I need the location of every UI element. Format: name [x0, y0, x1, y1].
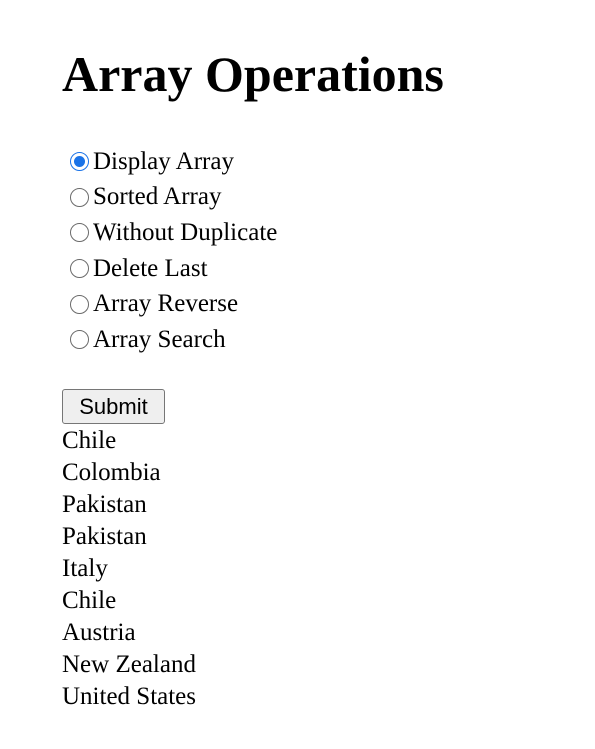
- results-list: Chile Colombia Pakistan Pakistan Italy C…: [62, 425, 196, 713]
- option-array-search[interactable]: Array Search: [70, 322, 277, 358]
- option-array-reverse[interactable]: Array Reverse: [70, 286, 277, 322]
- list-item: Chile: [62, 427, 117, 454]
- radio-display-array[interactable]: [70, 152, 89, 172]
- list-item: United States: [62, 683, 197, 710]
- radio-without-duplicate[interactable]: [70, 223, 89, 243]
- radio-sorted-array[interactable]: [70, 187, 89, 207]
- option-label: Delete Last: [93, 254, 208, 282]
- option-label: Sorted Array: [93, 183, 222, 211]
- list-item: Austria: [62, 619, 136, 646]
- list-item: New Zealand: [62, 651, 196, 678]
- radio-array-search[interactable]: [70, 330, 89, 350]
- option-label: Display Array: [93, 147, 234, 175]
- list-item: Italy: [62, 555, 108, 582]
- list-item: Pakistan: [62, 523, 147, 550]
- option-delete-last[interactable]: Delete Last: [70, 251, 277, 287]
- option-without-duplicate[interactable]: Without Duplicate: [70, 215, 277, 251]
- option-label: Without Duplicate: [93, 218, 278, 246]
- option-label: Array Search: [93, 325, 226, 353]
- radio-delete-last[interactable]: [70, 259, 89, 279]
- radio-array-reverse[interactable]: [70, 294, 89, 314]
- operation-options: Display Array Sorted Array Without Dupli…: [70, 144, 277, 358]
- option-display-array[interactable]: Display Array: [70, 144, 277, 180]
- page-title: Array Operations: [62, 46, 444, 102]
- list-item: Chile: [62, 587, 117, 614]
- option-sorted-array[interactable]: Sorted Array: [70, 180, 277, 216]
- list-item: Pakistan: [62, 491, 147, 518]
- option-label: Array Reverse: [93, 290, 239, 318]
- list-item: Colombia: [62, 459, 161, 486]
- submit-button[interactable]: Submit: [62, 389, 165, 424]
